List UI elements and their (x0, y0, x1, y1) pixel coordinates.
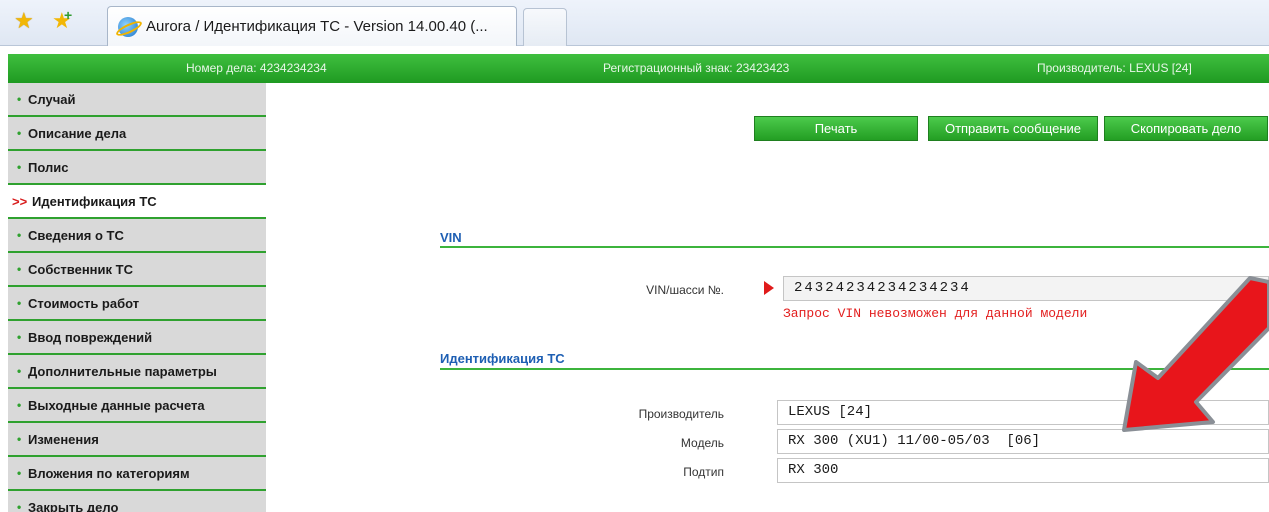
annotation-arrow-icon (1122, 276, 1269, 432)
bullet-icon: • (17, 126, 22, 140)
sidebar-item-policy[interactable]: • Полис (8, 151, 266, 185)
sidebar-item-extra-parameters[interactable]: • Дополнительные параметры (8, 355, 266, 389)
sidebar-item-vehicle-identification[interactable]: >> Идентификация ТС (8, 185, 266, 219)
sidebar-item-close-case[interactable]: • Закрыть дело (8, 491, 266, 512)
case-header: Номер дела: 4234234234 Регистрационный з… (8, 54, 1269, 83)
active-marker-icon: >> (12, 194, 28, 209)
manufacturer-label: Производитель (638, 407, 724, 421)
sidebar-item-label: Идентификация ТС (32, 194, 157, 209)
sidebar-item-label: Сведения о ТС (28, 228, 124, 243)
bullet-icon: • (17, 92, 22, 106)
sidebar-item-vehicle-owner[interactable]: • Собственник ТС (8, 253, 266, 287)
favorites-star-icon[interactable]: ★ (14, 10, 34, 32)
send-message-button[interactable]: Отправить сообщение (928, 116, 1098, 141)
sidebar-item-work-cost[interactable]: • Стоимость работ (8, 287, 266, 321)
sidebar-item-label: Ввод повреждений (28, 330, 153, 345)
identification-section-title: Идентификация ТС (440, 351, 565, 366)
subtype-field[interactable]: RX 300 (777, 458, 1269, 483)
sidebar-nav: • Случай • Описание дела • Полис >> Иден… (8, 83, 266, 512)
bullet-icon: • (17, 262, 22, 276)
browser-tab-bar: ★ ★ Aurora / Идентификация ТС - Version … (0, 0, 1269, 46)
browser-tab[interactable]: Aurora / Идентификация ТС - Version 14.0… (107, 6, 517, 46)
app-window: ★ ★ Aurora / Идентификация ТС - Version … (0, 0, 1269, 512)
sidebar-item-label: Закрыть дело (28, 500, 119, 512)
bullet-icon: • (17, 160, 22, 174)
subtype-label: Подтип (683, 465, 724, 479)
sidebar-item-label: Полис (28, 160, 69, 175)
ie-icon (118, 17, 138, 37)
bullet-icon: • (17, 500, 22, 512)
sidebar-item-damage-input[interactable]: • Ввод повреждений (8, 321, 266, 355)
bullet-icon: • (17, 330, 22, 344)
sidebar-item-label: Собственник ТС (28, 262, 133, 277)
bullet-icon: • (17, 364, 22, 378)
add-favorite-icon[interactable]: ★ (52, 4, 72, 32)
bullet-icon: • (17, 228, 22, 242)
sidebar-item-calculation-output[interactable]: • Выходные данные расчета (8, 389, 266, 423)
manufacturer-info: Производитель: LEXUS [24] (1037, 61, 1192, 75)
section-divider (440, 246, 1269, 248)
sidebar-item-label: Дополнительные параметры (28, 364, 217, 379)
print-button[interactable]: Печать (754, 116, 918, 141)
case-number: Номер дела: 4234234234 (186, 61, 327, 75)
registration-number: Регистрационный знак: 23423423 (603, 61, 790, 75)
sidebar-item-vehicle-info[interactable]: • Сведения о ТС (8, 219, 266, 253)
bullet-icon: • (17, 432, 22, 446)
bullet-icon: • (17, 466, 22, 480)
sidebar-item-label: Стоимость работ (28, 296, 140, 311)
model-label: Модель (680, 436, 724, 450)
bullet-icon: • (17, 296, 22, 310)
sidebar-item-label: Вложения по категориям (28, 466, 190, 481)
vin-label: VIN/шасси №. (646, 283, 724, 297)
bullet-icon: • (17, 398, 22, 412)
sidebar-item-case-description[interactable]: • Описание дела (8, 117, 266, 151)
sidebar-item-label: Описание дела (28, 126, 127, 141)
vin-section-title: VIN (440, 230, 462, 245)
sidebar-item-label: Изменения (28, 432, 99, 447)
sidebar-item-label: Случай (28, 92, 76, 107)
new-tab-button[interactable] (523, 8, 567, 46)
tab-title: Aurora / Идентификация ТС - Version 14.0… (146, 18, 488, 35)
sidebar-item-case[interactable]: • Случай (8, 83, 266, 117)
sidebar-item-changes[interactable]: • Изменения (8, 423, 266, 457)
sidebar-item-label: Выходные данные расчета (28, 398, 205, 413)
copy-case-button[interactable]: Скопировать дело (1104, 116, 1268, 141)
vin-error-message: Запрос VIN невозможен для данной модели (783, 306, 1088, 321)
sidebar-item-attachments[interactable]: • Вложения по категориям (8, 457, 266, 491)
required-marker-icon (764, 281, 774, 295)
